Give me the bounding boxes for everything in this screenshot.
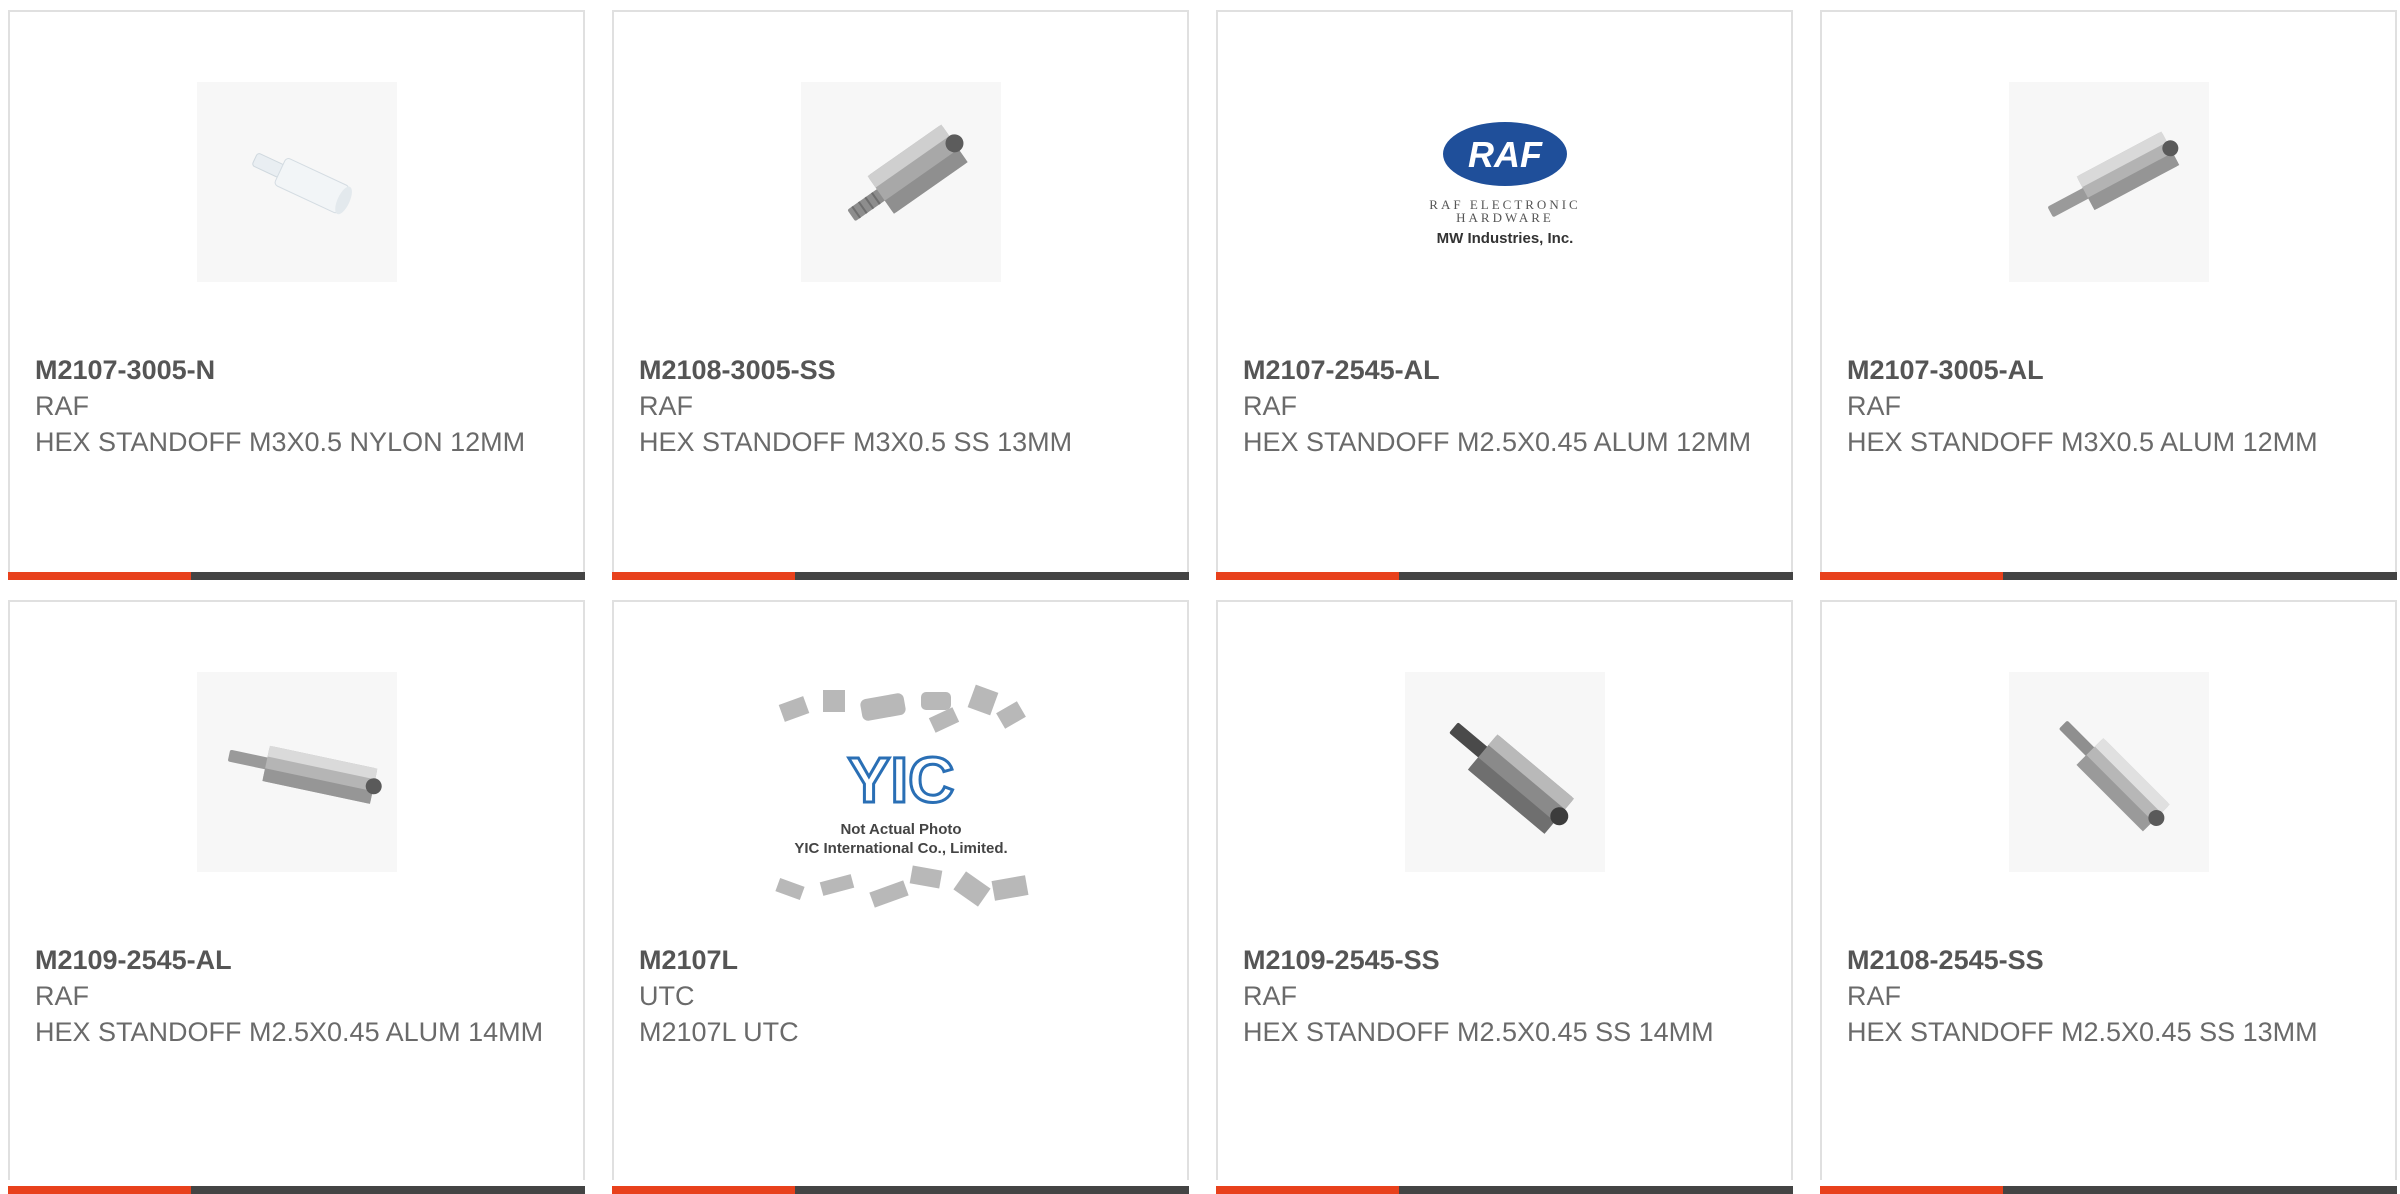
description: HEX STANDOFF M3X0.5 ALUM 12MM (1847, 427, 2318, 457)
part-number[interactable]: M2109-2545-AL (35, 945, 232, 975)
alum-standoff-icon[interactable] (2008, 82, 2209, 282)
card-footer-bar (1216, 1186, 1793, 1194)
steel-standoff-icon[interactable] (2008, 672, 2209, 872)
product-card[interactable]: RAF RAF ELECTRONIC HARDWARE MW Industrie… (1216, 10, 1793, 580)
part-number[interactable]: M2108-3005-SS (639, 355, 836, 385)
manufacturer: RAF (1243, 391, 1297, 421)
product-card[interactable]: YIC Not Actual Photo YIC International C… (612, 600, 1189, 1194)
alum-standoff-icon[interactable] (196, 672, 397, 872)
steel-standoff-icon[interactable] (800, 82, 1001, 282)
logo-line2: YIC International Co., Limited. (794, 840, 1007, 857)
card-footer-bar (8, 1186, 585, 1194)
product-card[interactable]: M2107-3005-AL RAF HEX STANDOFF M3X0.5 AL… (1820, 10, 2397, 580)
card-footer-bar (8, 572, 585, 580)
card-footer-bar (612, 572, 1189, 580)
logo-mark: RAF (1468, 134, 1543, 175)
nylon-standoff-icon[interactable] (196, 82, 397, 282)
description: HEX STANDOFF M3X0.5 SS 13MM (639, 427, 1073, 457)
part-number[interactable]: M2107-2545-AL (1243, 355, 1440, 385)
product-card[interactable]: M2109-2545-AL RAF HEX STANDOFF M2.5X0.45… (8, 600, 585, 1194)
part-number[interactable]: M2108-2545-SS (1847, 945, 2044, 975)
card-footer-bar (1820, 1186, 2397, 1194)
steel-standoff-icon[interactable] (1404, 672, 1605, 872)
product-card[interactable]: M2109-2545-SS RAF HEX STANDOFF M2.5X0.45… (1216, 600, 1793, 1194)
manufacturer: RAF (35, 391, 89, 421)
product-card[interactable]: M2108-2545-SS RAF HEX STANDOFF M2.5X0.45… (1820, 600, 2397, 1194)
product-card[interactable]: M2107-3005-N RAF HEX STANDOFF M3X0.5 NYL… (8, 10, 585, 580)
product-card[interactable]: M2108-3005-SS RAF HEX STANDOFF M3X0.5 SS… (612, 10, 1189, 580)
product-grid: M2107-3005-N RAF HEX STANDOFF M3X0.5 NYL… (0, 0, 2400, 1194)
card-footer-bar (1820, 572, 2397, 580)
manufacturer: RAF (639, 391, 693, 421)
raf-logo[interactable]: RAF RAF ELECTRONIC HARDWARE MW Industrie… (1404, 82, 1605, 282)
part-number[interactable]: M2107-3005-N (35, 355, 215, 385)
manufacturer: RAF (1243, 981, 1297, 1011)
part-number[interactable]: M2109-2545-SS (1243, 945, 1440, 975)
description: HEX STANDOFF M2.5X0.45 ALUM 12MM (1243, 427, 1752, 457)
manufacturer: RAF (1847, 981, 1901, 1011)
logo-line1: Not Actual Photo (840, 821, 961, 838)
logo-line3: MW Industries, Inc. (1436, 230, 1573, 247)
description: HEX STANDOFF M2.5X0.45 SS 14MM (1243, 1017, 1714, 1047)
yic-placeholder[interactable]: YIC Not Actual Photo YIC International C… (760, 682, 1041, 932)
card-footer-bar (612, 1186, 1189, 1194)
description: HEX STANDOFF M3X0.5 NYLON 12MM (35, 427, 526, 457)
description: M2107L UTC (639, 1017, 799, 1047)
part-number[interactable]: M2107-3005-AL (1847, 355, 2044, 385)
description: HEX STANDOFF M2.5X0.45 SS 13MM (1847, 1017, 2318, 1047)
manufacturer: UTC (639, 981, 695, 1011)
card-footer-bar (1216, 572, 1793, 580)
logo-mark: YIC (847, 744, 954, 816)
description: HEX STANDOFF M2.5X0.45 ALUM 14MM (35, 1017, 544, 1047)
logo-line2: HARDWARE (1456, 210, 1554, 225)
part-number[interactable]: M2107L (639, 945, 738, 975)
manufacturer: RAF (35, 981, 89, 1011)
manufacturer: RAF (1847, 391, 1901, 421)
